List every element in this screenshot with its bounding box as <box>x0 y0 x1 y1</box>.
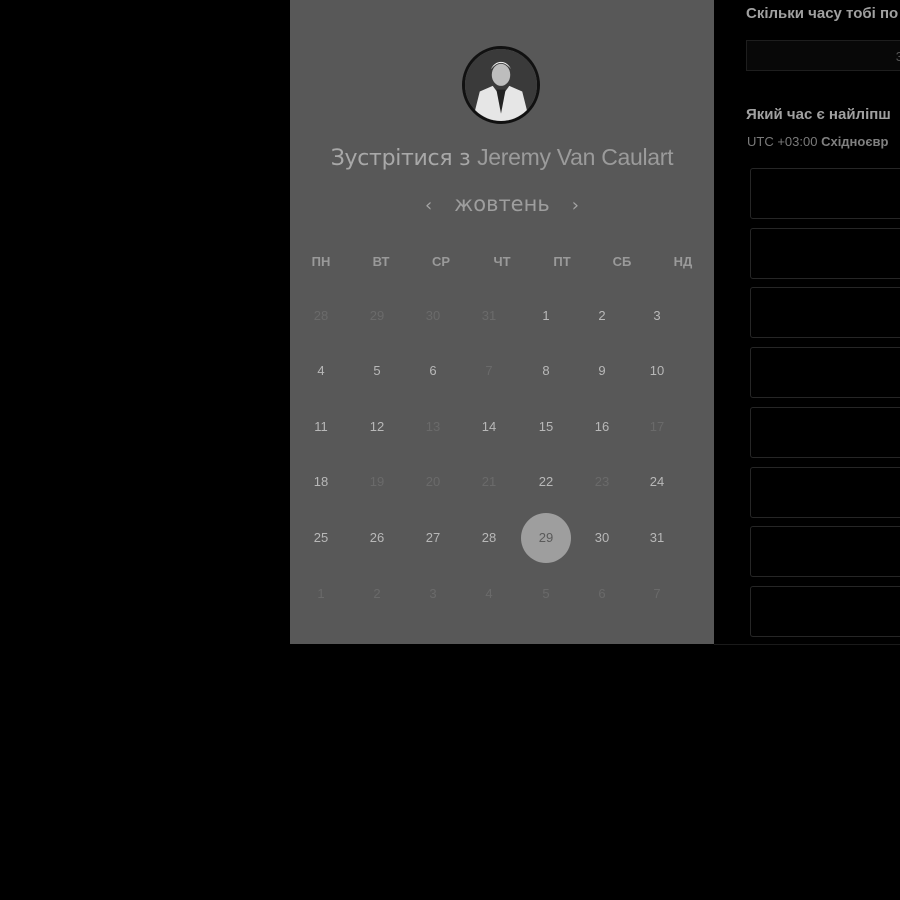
day-cell[interactable]: 24 <box>633 458 681 506</box>
day-cell[interactable]: 4 <box>297 347 345 395</box>
day-cell: 23 <box>594 474 610 489</box>
day-cell: 30 <box>425 308 441 323</box>
day-cell: 4 <box>485 586 493 601</box>
day-cell: 29 <box>369 308 385 323</box>
time-slot[interactable] <box>750 287 900 339</box>
day-cell: 17 <box>649 419 665 434</box>
weekday-label: ПТ <box>553 254 571 269</box>
day-cell[interactable]: 15 <box>522 403 570 451</box>
prev-month-icon[interactable]: ‹ <box>418 195 440 216</box>
day-cell: 28 <box>313 308 329 323</box>
time-question: Який час є найліпш <box>746 106 891 123</box>
day-cell: 1 <box>317 586 325 601</box>
day-cell[interactable]: 2 <box>578 292 626 340</box>
meet-title: Зустрітися з Jeremy Van Caulart <box>290 144 714 171</box>
day-cell: 3 <box>429 586 437 601</box>
time-slot[interactable] <box>750 466 900 518</box>
duration-value: 3 <box>896 49 900 64</box>
avatar-photo <box>465 49 537 121</box>
timezone-name: Східноєвр <box>821 134 889 149</box>
day-cell[interactable]: 25 <box>297 514 345 562</box>
weekday-label: СБ <box>612 254 632 269</box>
duration-select[interactable]: 3 <box>746 40 900 71</box>
day-cell[interactable]: 31 <box>633 514 681 562</box>
day-cell[interactable]: 5 <box>353 347 401 395</box>
day-cell: 7 <box>485 363 493 378</box>
weekday-label: ЧТ <box>493 254 511 269</box>
day-cell[interactable]: 27 <box>409 514 457 562</box>
day-cell: 5 <box>542 586 550 601</box>
day-cell: 19 <box>369 474 385 489</box>
time-slot[interactable] <box>750 406 900 458</box>
time-slot[interactable] <box>750 347 900 399</box>
time-slot[interactable] <box>750 227 900 279</box>
time-slot[interactable] <box>750 585 900 637</box>
day-cell[interactable]: 26 <box>353 514 401 562</box>
weekday-label: СР <box>431 254 451 269</box>
weekday-label: НД <box>673 254 693 269</box>
day-cell[interactable]: 9 <box>578 347 626 395</box>
day-cell[interactable]: 14 <box>465 403 513 451</box>
weekday-label: ВТ <box>372 254 390 269</box>
day-cell: 2 <box>373 586 381 601</box>
current-month: жовтень <box>454 192 550 216</box>
day-cell[interactable]: 11 <box>297 403 345 451</box>
day-cell: 6 <box>598 586 606 601</box>
day-cell[interactable]: 30 <box>578 514 626 562</box>
scheduler-panel: Скільки часу тобі по 3 Який час є найліп… <box>714 0 900 645</box>
time-slot[interactable] <box>750 168 900 219</box>
day-cell[interactable]: 8 <box>522 347 570 395</box>
next-month-icon[interactable]: › <box>564 195 586 216</box>
day-cell[interactable]: 10 <box>633 347 681 395</box>
timezone-offset: UTC +03:00 <box>747 134 818 149</box>
day-cell[interactable]: 1 <box>522 292 570 340</box>
month-navigation: ‹ жовтень › <box>290 192 714 216</box>
meet-title-prefix: Зустрітися з <box>330 146 471 171</box>
time-slot[interactable] <box>750 526 900 578</box>
host-avatar <box>462 46 540 124</box>
day-cell: 31 <box>481 308 497 323</box>
day-cell[interactable]: 18 <box>297 458 345 506</box>
timezone-line[interactable]: UTC +03:00 Східноєвр <box>747 134 888 149</box>
day-cell: 7 <box>653 586 661 601</box>
day-cell[interactable]: 22 <box>522 458 570 506</box>
day-cell[interactable]: 28 <box>465 514 513 562</box>
day-cell[interactable]: 12 <box>353 403 401 451</box>
day-cell: 13 <box>425 419 441 434</box>
day-cell[interactable]: 6 <box>409 347 457 395</box>
day-cell: 21 <box>481 474 497 489</box>
day-cell[interactable]: 3 <box>633 292 681 340</box>
day-cell: 20 <box>425 474 441 489</box>
weekday-label: ПН <box>311 254 331 269</box>
day-cell[interactable]: 16 <box>578 403 626 451</box>
day-cell-selected[interactable]: 29 <box>521 513 571 563</box>
host-name: Jeremy Van Caulart <box>477 144 674 170</box>
duration-question: Скільки часу тобі по <box>746 5 899 22</box>
